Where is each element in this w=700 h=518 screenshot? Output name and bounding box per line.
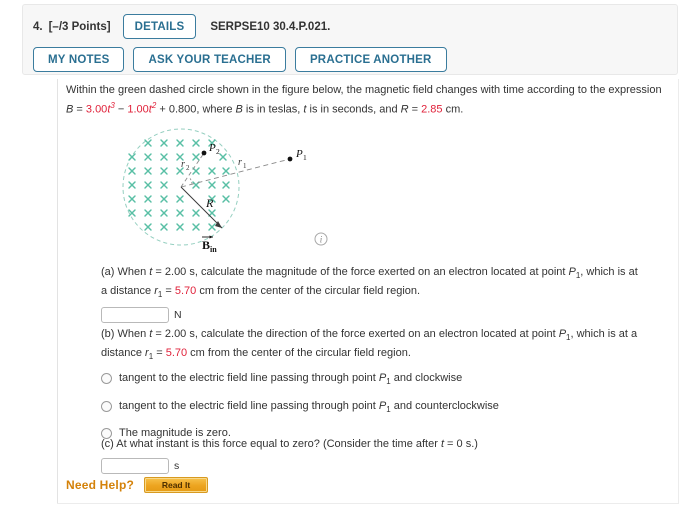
label-R: R — [205, 196, 214, 210]
point-P2-subscript: 2 — [216, 147, 220, 156]
intro-coefficient-1: 3.00 — [85, 103, 108, 116]
part-b-r-value: 5.70 — [165, 346, 188, 359]
part-a-tail: cm from the center of the circular field… — [196, 284, 421, 297]
option-1-pre: tangent to the electric field line passi… — [119, 372, 379, 385]
question-header-card: 4. [–/3 Points] DETAILS SERPSE10 30.4.P.… — [22, 4, 678, 75]
question-part-a: (a) When t = 2.00 s, calculate the magni… — [101, 265, 646, 324]
radio-option-counterclockwise[interactable]: tangent to the electric field line passi… — [101, 400, 671, 416]
ask-your-teacher-button[interactable]: ASK YOUR TEACHER — [133, 47, 286, 72]
my-notes-button[interactable]: MY NOTES — [33, 47, 125, 72]
question-number: 4. — [33, 20, 43, 33]
label-B-field-subscript: in — [210, 245, 217, 254]
part-a-prefix: (a) When — [101, 266, 150, 278]
intro-line-1: Within the green dashed circle shown in … — [66, 84, 662, 96]
part-a-r-eq: = — [162, 284, 175, 297]
label-r2: r — [181, 159, 185, 170]
part-c-tail: = 0 s.) — [444, 438, 478, 450]
part-a-answer-input[interactable] — [101, 307, 169, 324]
option-2-post: and counterclockwise — [390, 399, 499, 412]
part-b-options-list: tangent to the electric field line passi… — [101, 372, 671, 439]
question-part-c: (c) At what instant is this force equal … — [101, 437, 501, 474]
intro-mid-1: is in teslas, — [242, 103, 304, 116]
label-B-field: B — [202, 238, 210, 252]
point-P1-subscript: 1 — [303, 153, 307, 162]
question-content: Within the green dashed circle shown in … — [0, 79, 700, 518]
intro-constant-term: + 0.800, where — [156, 103, 236, 116]
svg-text:i: i — [320, 235, 323, 245]
point-P1-label: P — [295, 148, 303, 160]
label-r2-subscript: 2 — [186, 164, 190, 172]
option-2-pre: tangent to the electric field line passi… — [119, 399, 379, 412]
part-c-text: (c) At what instant is this force equal … — [101, 437, 501, 453]
radio-button-icon[interactable] — [101, 373, 112, 385]
radio-button-icon[interactable] — [101, 400, 112, 412]
part-c-answer-row: s — [101, 457, 501, 474]
part-a-answer-row: N — [101, 307, 646, 324]
points-label: [–/3 Points] — [48, 20, 111, 33]
point-P2-label: P — [208, 142, 216, 154]
radio-option-label: tangent to the electric field line passi… — [119, 400, 499, 416]
angle-arc — [188, 176, 193, 185]
part-b-tail: cm from the center of the circular field… — [187, 346, 411, 359]
part-b-P-var: P — [558, 328, 567, 340]
intro-minus: − — [114, 103, 128, 116]
radius-arrow-R — [180, 186, 223, 229]
read-it-button[interactable]: Read It — [144, 477, 209, 493]
part-b-r-eq: = — [153, 346, 166, 359]
info-circle-icon[interactable]: i — [314, 232, 328, 246]
part-a-P-var: P — [568, 266, 576, 278]
intro-mid-2: is in seconds, and — [306, 103, 401, 116]
need-help-label: Need Help? — [66, 478, 135, 492]
question-part-b: (b) When t = 2.00 s, calculate the direc… — [101, 327, 671, 451]
point-P1-dot — [287, 156, 293, 162]
right-divider-rule — [678, 79, 679, 503]
header-action-buttons: MY NOTES ASK YOUR TEACHER PRACTICE ANOTH… — [33, 47, 447, 72]
radio-option-label: tangent to the electric field line passi… — [119, 372, 462, 388]
intro-R-value: 2.85 — [421, 103, 443, 116]
part-c-unit-label: s — [174, 459, 180, 472]
part-a-unit-label: N — [174, 309, 182, 322]
point-P2-dot — [201, 150, 207, 156]
info-circle-icon-glyph: i — [314, 232, 328, 246]
part-b-prefix: (b) When — [101, 328, 150, 340]
header-top-row: 4. [–/3 Points] DETAILS SERPSE10 30.4.P.… — [33, 14, 330, 39]
left-divider-rule — [57, 79, 58, 503]
option-1-post: and clockwise — [390, 372, 463, 385]
practice-another-button[interactable]: PRACTICE ANOTHER — [294, 47, 447, 72]
intro-equals-2: = — [408, 103, 422, 116]
intro-R-label: R — [400, 103, 409, 116]
label-r1: r — [238, 157, 242, 168]
part-c-prefix: (c) At what instant is this force equal … — [101, 438, 441, 450]
radio-option-clockwise[interactable]: tangent to the electric field line passi… — [101, 372, 671, 388]
details-button[interactable]: DETAILS — [122, 14, 197, 39]
part-a-text: (a) When t = 2.00 s, calculate the magni… — [101, 265, 646, 302]
intro-unit-cm: cm. — [442, 103, 464, 116]
part-b-t-eq: = 2.00 s, calculate the direction of the… — [152, 328, 559, 340]
intro-B-label: B — [235, 103, 243, 116]
part-c-answer-input[interactable] — [101, 457, 169, 474]
label-r1-subscript: 1 — [243, 162, 247, 170]
intro-coefficient-2: 1.00 — [127, 103, 149, 116]
part-b-text: (b) When t = 2.00 s, calculate the direc… — [101, 327, 671, 364]
assignment-code: SERPSE10 30.4.P.021. — [210, 20, 331, 33]
problem-statement: Within the green dashed circle shown in … — [66, 83, 666, 118]
magnetic-field-figure: P 1 P 2 r 1 r 2 R B in i — [118, 127, 358, 257]
intro-equals: = — [73, 103, 86, 116]
need-help-section: Need Help? Read It — [66, 477, 209, 493]
part-a-r-value: 5.70 — [174, 284, 197, 297]
bottom-divider-rule — [57, 503, 679, 504]
part-a-t-eq: = 2.00 s, calculate the magnitude of the… — [152, 266, 569, 278]
